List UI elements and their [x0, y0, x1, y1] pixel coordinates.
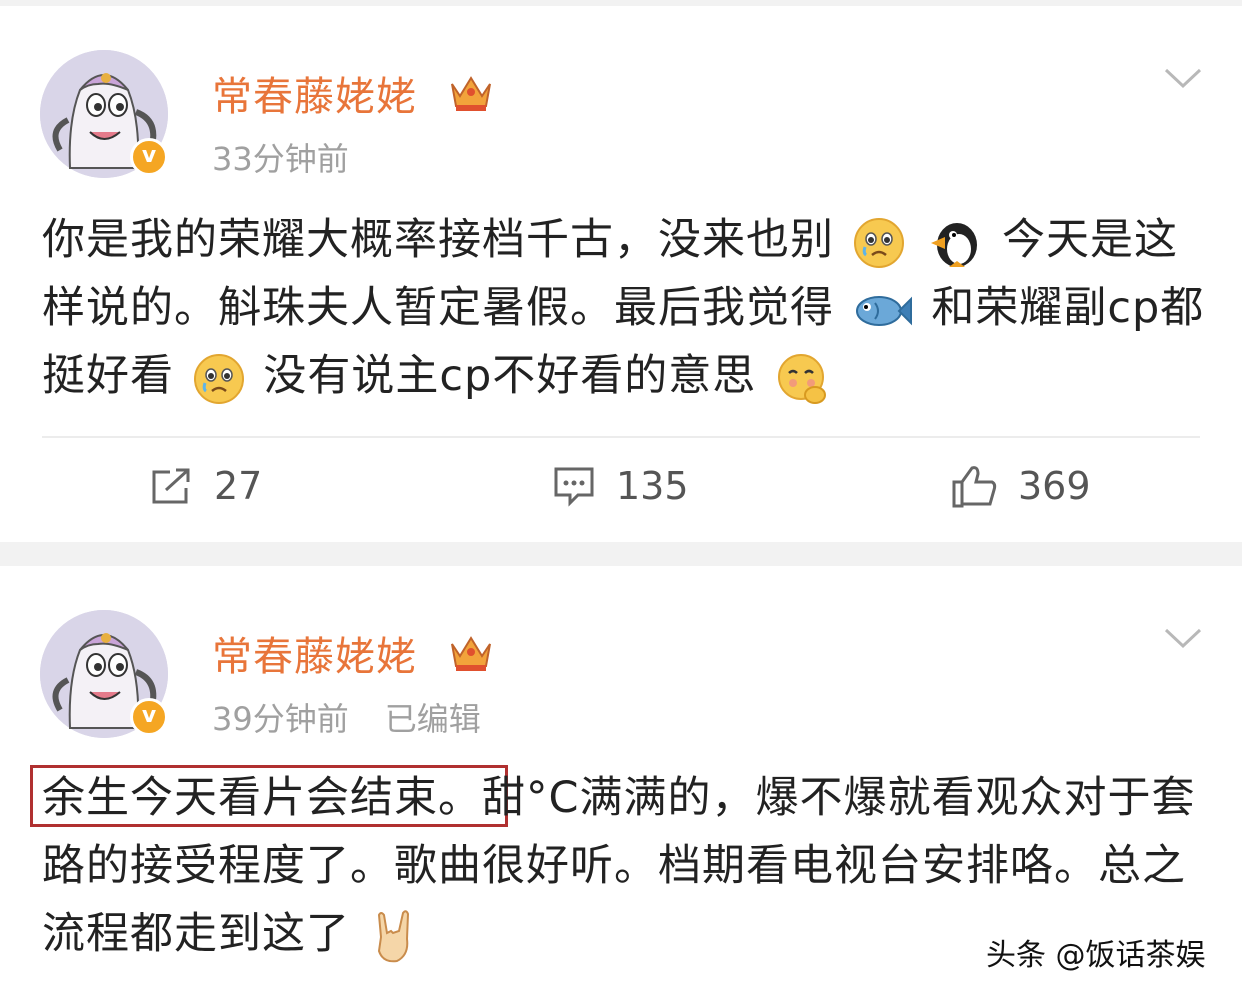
username[interactable]: 常春藤姥姥 [212, 64, 417, 122]
comment-button[interactable]: 135 [552, 461, 689, 511]
crown-icon [451, 76, 491, 111]
avatar[interactable]: v [40, 50, 168, 178]
post-time: 39分钟前 [212, 700, 349, 738]
verified-badge-icon: v [130, 138, 168, 176]
post-card: v 常春藤姥姥 33分钟前 你是我的荣耀大概率接档千古，没来也别 今天是这样说的… [0, 6, 1242, 542]
comment-icon [554, 467, 594, 507]
divider [42, 436, 1200, 438]
watermark: 头条 @饭话茶娱 [986, 938, 1206, 973]
fish-icon [855, 295, 912, 326]
chevron-down-icon[interactable] [1164, 66, 1202, 90]
share-icon [152, 468, 190, 504]
chevron-down-icon[interactable] [1164, 626, 1202, 650]
edited-label: 已编辑 [384, 700, 481, 738]
post-time: 33分钟前 [212, 140, 349, 178]
rock-hand-icon [377, 909, 409, 962]
highlighted-text: 余生今天看片会结束。 [42, 773, 482, 823]
text-segment: 没有说主cp不好看的意思 [263, 351, 757, 401]
repost-count: 27 [214, 464, 263, 508]
post-meta: 39分钟前 已编辑 [212, 694, 481, 740]
crown-icon [451, 636, 491, 671]
like-count: 369 [1018, 464, 1091, 508]
thinking-face-icon [777, 353, 826, 404]
penguin-icon [931, 222, 978, 267]
like-button[interactable]: 369 [950, 461, 1091, 511]
crying-face-icon [193, 353, 244, 404]
verified-badge-icon: v [130, 698, 168, 736]
avatar[interactable]: v [40, 610, 168, 738]
post-meta: 33分钟前 [212, 134, 349, 180]
thumbs-up-icon [952, 466, 997, 508]
post-text: 你是我的荣耀大概率接档千古，没来也别 今天是这样说的。斛珠夫人暂定暑假。最后我觉… [42, 206, 1212, 410]
username[interactable]: 常春藤姥姥 [212, 624, 417, 682]
comment-count: 135 [616, 464, 689, 508]
text-segment: 你是我的荣耀大概率接档千古，没来也别 [42, 215, 834, 265]
crying-face-icon [853, 217, 904, 268]
repost-button[interactable]: 27 [150, 461, 262, 511]
